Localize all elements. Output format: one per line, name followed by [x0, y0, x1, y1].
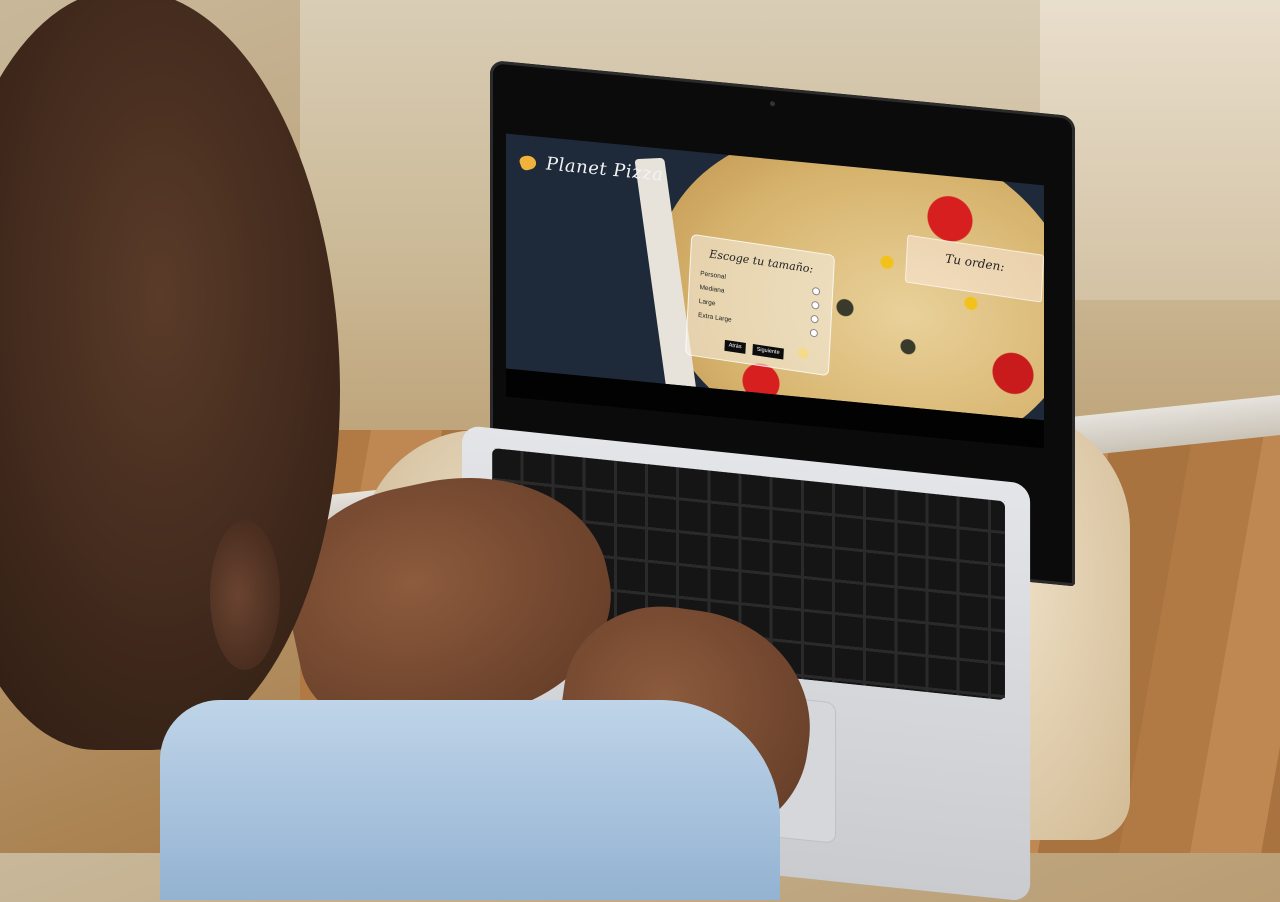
radio-mediana[interactable] [811, 300, 820, 310]
window-frame [1040, 0, 1280, 300]
size-option-large[interactable]: Large [699, 298, 716, 307]
next-button[interactable]: Siguiente [752, 343, 784, 360]
size-option-personal[interactable]: Personal [700, 270, 726, 281]
person-head [0, 0, 340, 750]
back-button[interactable]: Atrás [724, 339, 746, 354]
size-option-extra-large[interactable]: Extra Large [698, 312, 732, 324]
person-ear [210, 520, 280, 670]
pizza-logo-icon [518, 153, 538, 171]
site-logo[interactable]: Planet Pizza [518, 151, 663, 186]
radio-personal[interactable] [811, 286, 821, 296]
radio-large[interactable] [810, 314, 819, 324]
radio-extra-large[interactable] [809, 328, 819, 338]
webcam-icon [770, 100, 775, 107]
order-card-title: Tu orden: [944, 251, 1005, 275]
size-option-mediana[interactable]: Mediana [699, 284, 724, 295]
size-selection-card: Escoge tu tamaño: Personal Mediana Large… [684, 233, 836, 377]
size-card-title: Escoge tu tamaño: [709, 247, 814, 276]
person-shirt [160, 700, 780, 900]
